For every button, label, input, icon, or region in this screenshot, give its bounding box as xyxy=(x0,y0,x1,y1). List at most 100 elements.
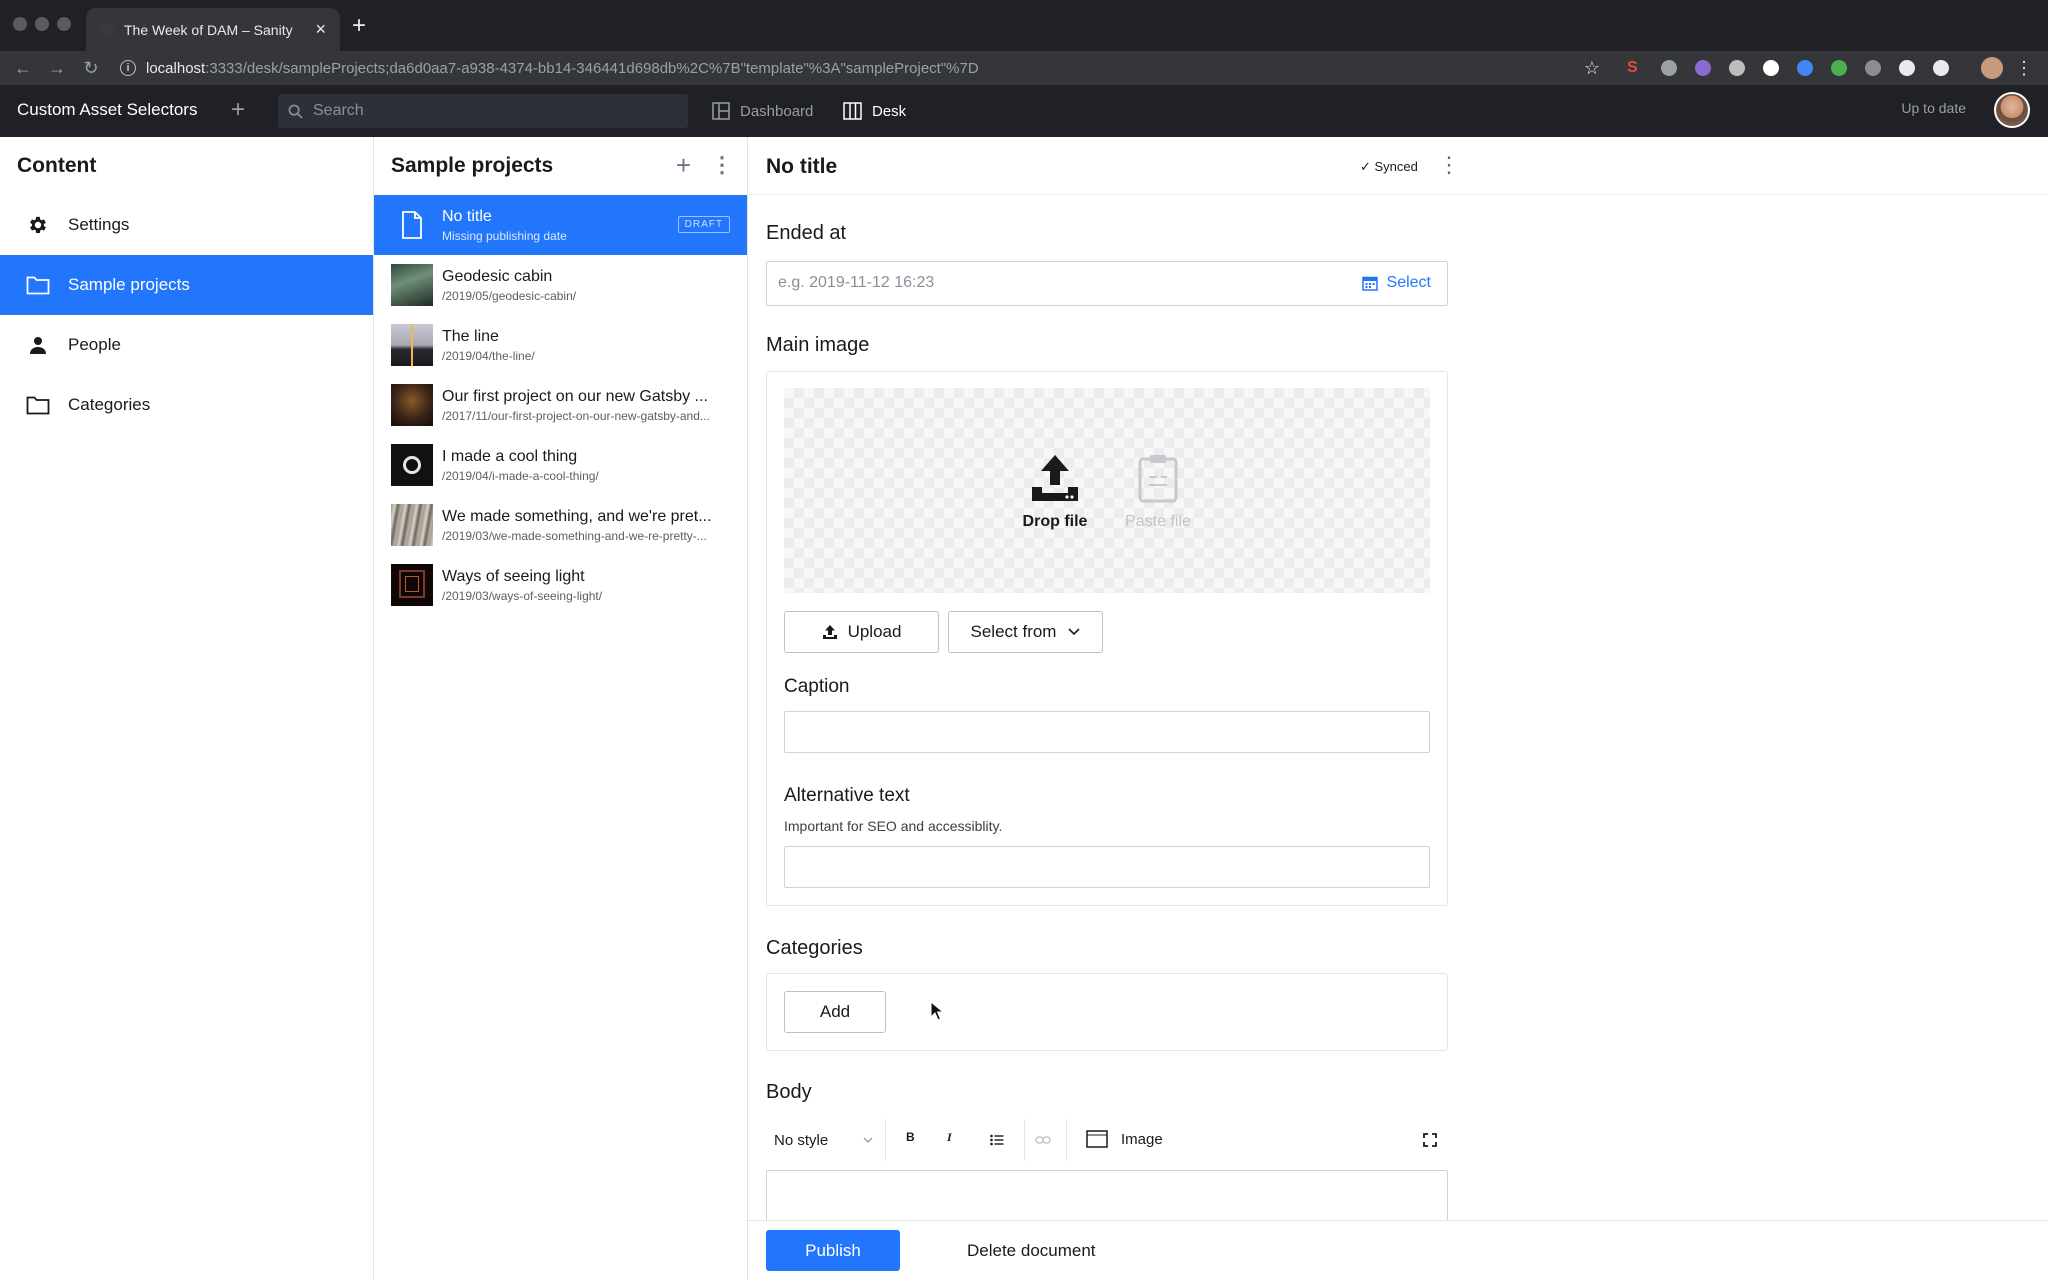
extension-drive-icon[interactable] xyxy=(1661,60,1677,76)
drop-file-target[interactable]: Drop file xyxy=(1022,453,1088,531)
reload-icon[interactable]: ↻ xyxy=(77,51,105,85)
content-pane-title: Content xyxy=(17,154,97,177)
extension-md-icon[interactable] xyxy=(1729,60,1745,76)
browser-tab[interactable]: The Week of DAM – Sanity × xyxy=(86,8,340,51)
ended-at-placeholder: e.g. 2019-11-12 16:23 xyxy=(778,274,935,291)
select-from-label: Select from xyxy=(970,622,1057,641)
bookmark-star-icon[interactable]: ☆ xyxy=(1578,51,1606,85)
nav-item-categories[interactable]: Categories xyxy=(0,375,373,435)
document-subtitle: /2019/03/we-made-something-and-we-re-pre… xyxy=(442,528,707,543)
url-path: :3333/desk/sampleProjects;da6d0aa7-a938-… xyxy=(205,59,979,77)
mouse-cursor-icon xyxy=(930,1001,944,1021)
document-list-item[interactable]: Geodesic cabin/2019/05/geodesic-cabin/ xyxy=(374,255,747,315)
upload-icon xyxy=(1032,455,1078,501)
search-placeholder: Search xyxy=(313,102,364,119)
toolbar-divider xyxy=(1066,1119,1067,1161)
document-menu-icon[interactable]: ⋮ xyxy=(1438,152,1460,178)
document-title: No title xyxy=(442,207,492,225)
link-icon[interactable] xyxy=(1035,1135,1051,1145)
caption-input[interactable] xyxy=(784,711,1430,753)
browser-toolbar: ← → ↻ i localhost:3333/desk/sampleProjec… xyxy=(0,51,2048,85)
document-title-heading: No title xyxy=(766,155,838,178)
insert-image-button[interactable]: Image xyxy=(1086,1130,1163,1148)
site-info-icon[interactable]: i xyxy=(120,60,136,76)
document-list-header: Sample projects + ⋮ xyxy=(374,137,747,195)
date-select-button[interactable]: Select xyxy=(1361,274,1431,292)
extension-chrome-icon[interactable] xyxy=(1797,60,1813,76)
add-category-label: Add xyxy=(819,1002,851,1021)
back-icon[interactable]: ← xyxy=(9,51,37,85)
studio-title[interactable]: Custom Asset Selectors xyxy=(17,100,197,120)
document-actions-bar: Publish Delete document xyxy=(748,1220,2048,1280)
document-title: Geodesic cabin xyxy=(442,267,553,285)
extension-panda-icon[interactable] xyxy=(1899,60,1915,76)
extension-shield-icon[interactable] xyxy=(1695,60,1711,76)
new-tab-icon[interactable]: + xyxy=(352,12,366,40)
ended-at-label: Ended at xyxy=(766,222,847,244)
bold-button[interactable]: B xyxy=(906,1130,915,1144)
chevron-down-icon xyxy=(1068,628,1081,636)
block-style-select[interactable]: No style xyxy=(766,1119,886,1161)
folder-icon xyxy=(26,273,50,297)
document-subtitle: /2019/05/geodesic-cabin/ xyxy=(442,288,577,303)
fullscreen-icon[interactable] xyxy=(1423,1133,1437,1147)
document-thumbnail xyxy=(391,264,433,306)
document-icon xyxy=(391,204,433,246)
document-title: I made a cool thing xyxy=(442,447,578,465)
nav-item-sample-projects[interactable]: Sample projects xyxy=(0,255,373,315)
desk-icon xyxy=(843,102,862,120)
tool-dashboard-label: Dashboard xyxy=(740,102,814,120)
document-list-item[interactable]: Our first project on our new Gatsby ... /… xyxy=(374,375,747,435)
profile-avatar[interactable] xyxy=(1981,57,2003,79)
document-thumbnail xyxy=(391,324,433,366)
window-controls[interactable] xyxy=(13,17,71,31)
extension-circle-icon[interactable] xyxy=(1763,60,1779,76)
document-list-item[interactable]: I made a cool thing/2019/04/i-made-a-coo… xyxy=(374,435,747,495)
alt-text-input[interactable] xyxy=(784,846,1430,888)
search-input[interactable]: Search xyxy=(278,94,688,128)
image-drop-zone[interactable] xyxy=(784,388,1430,593)
gear-icon xyxy=(26,213,50,237)
pane-menu-icon[interactable]: ⋮ xyxy=(711,153,733,177)
document-list-item[interactable]: No title Missing publishing date DRAFT xyxy=(374,195,747,255)
url-host: localhost xyxy=(146,59,206,77)
calendar-icon xyxy=(1361,276,1378,291)
nav-item-settings[interactable]: Settings xyxy=(0,195,373,255)
user-avatar[interactable] xyxy=(1994,92,2030,128)
ended-at-input[interactable]: e.g. 2019-11-12 16:23 Select xyxy=(766,261,1448,306)
browser-menu-icon[interactable]: ⋮ xyxy=(2010,51,2038,85)
document-list-item[interactable]: The line/2019/04/the-line/ xyxy=(374,315,747,375)
italic-button[interactable]: I xyxy=(947,1130,952,1145)
document-subtitle: Missing publishing date xyxy=(442,228,567,243)
nav-item-people[interactable]: People xyxy=(0,315,373,375)
create-document-icon[interactable]: + xyxy=(231,97,245,123)
publish-button[interactable]: Publish xyxy=(766,1230,900,1271)
sync-status-text: Synced xyxy=(1374,159,1418,174)
editor-header: No title ✓ Synced ⋮ xyxy=(748,137,2048,195)
insert-image-label: Image xyxy=(1121,1130,1163,1148)
forward-icon[interactable]: → xyxy=(43,51,71,85)
bullet-list-icon[interactable] xyxy=(990,1134,1004,1146)
categories-label: Categories xyxy=(766,937,863,959)
paste-file-label: Paste file xyxy=(1125,513,1191,530)
add-document-icon[interactable]: + xyxy=(676,152,691,178)
delete-document-button[interactable]: Delete document xyxy=(967,1241,1096,1261)
extension-node-icon[interactable] xyxy=(1831,60,1847,76)
content-pane: Content Settings Sample projects People … xyxy=(0,137,374,1280)
address-bar[interactable]: i localhost:3333/desk/sampleProjects;da6… xyxy=(120,51,979,85)
tool-desk-label: Desk xyxy=(872,102,907,120)
select-from-button[interactable]: Select from xyxy=(948,611,1103,653)
document-title: The line xyxy=(442,327,499,345)
search-icon xyxy=(288,104,303,119)
tool-dashboard[interactable]: Dashboard xyxy=(712,94,813,128)
tool-desk[interactable]: Desk xyxy=(843,94,906,128)
add-category-button[interactable]: Add xyxy=(784,991,886,1033)
extension-cloud-icon[interactable] xyxy=(1933,60,1949,76)
document-list-item[interactable]: Ways of seeing light/2019/03/ways-of-see… xyxy=(374,555,747,615)
close-tab-icon[interactable]: × xyxy=(315,19,326,40)
body-label: Body xyxy=(766,1081,812,1103)
document-list-item[interactable]: We made something, and we're pret... /201… xyxy=(374,495,747,555)
upload-button[interactable]: Upload xyxy=(784,611,939,653)
extension-puzzle-icon[interactable] xyxy=(1865,60,1881,76)
extension-s-icon[interactable]: S xyxy=(1627,60,1643,76)
